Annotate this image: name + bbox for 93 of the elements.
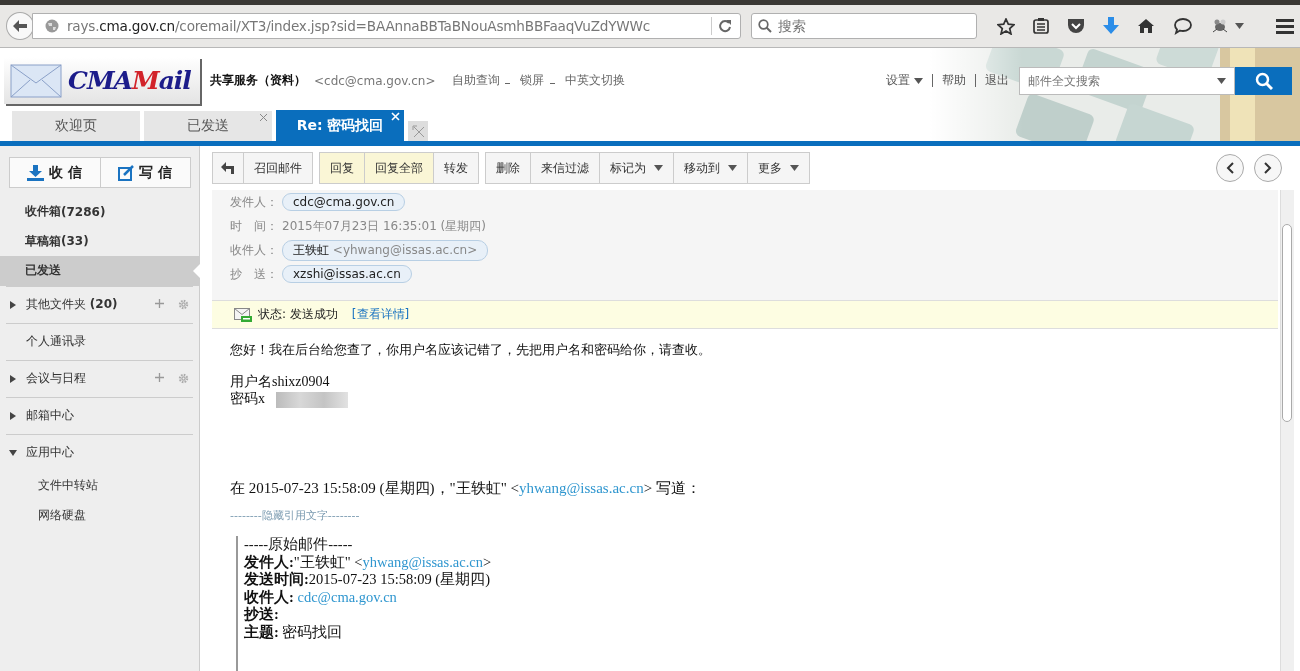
pocket-icon[interactable] — [1067, 18, 1085, 34]
bug-icon[interactable] — [1211, 18, 1229, 34]
quote-intro: 在 2015-07-23 15:58:09 (星期四)，"王轶虹" <yhwang@issas.ac.cn> 写道： — [230, 479, 702, 498]
section-label[interactable]: 邮箱中心 — [26, 407, 74, 424]
mail-sent-icon — [234, 307, 252, 322]
toolbar-button[interactable]: 召回邮件 — [243, 153, 312, 183]
app-item[interactable]: 网络硬盘 — [38, 507, 86, 524]
toolbar-button[interactable]: 回复全部 — [364, 153, 433, 183]
header-link[interactable]: 自助查询 — [451, 73, 500, 87]
reply-arrow-icon — [221, 162, 235, 174]
address-chip[interactable]: xzshi@issas.ac.cn — [282, 265, 412, 283]
search-icon — [1254, 71, 1273, 90]
caret-icon — [654, 165, 663, 171]
download-icon — [27, 164, 45, 181]
app-item[interactable]: 文件中转站 — [38, 477, 98, 494]
account-email: <cdc@cma.gov.cn> — [314, 73, 436, 88]
header-menu-link[interactable]: 设置 — [886, 72, 923, 89]
field-label: 发件人： — [230, 193, 278, 211]
quote-line: 发件人:"王轶虹" <yhwang@issas.ac.cn> — [244, 553, 493, 571]
close-icon[interactable] — [259, 113, 268, 122]
menu-icon[interactable] — [1276, 18, 1294, 34]
quote-line: 收件人: cdc@cma.gov.cn — [244, 588, 398, 606]
quote-line: 抄送: — [244, 606, 280, 624]
previous-button[interactable] — [1216, 154, 1244, 182]
toolbar-button[interactable]: 删除 — [486, 153, 530, 183]
mail-search-field[interactable]: 邮件全文搜索 — [1019, 66, 1235, 95]
envelope-icon — [10, 63, 62, 98]
quote-line: 发送时间:2015-07-23 15:58:09 (星期四) — [244, 571, 491, 589]
caret-icon — [914, 77, 923, 84]
scrollbar[interactable] — [1280, 190, 1294, 671]
section-label[interactable]: 应用中心 — [26, 444, 74, 461]
message-text: 密码x — [230, 390, 265, 407]
home-icon[interactable] — [1137, 18, 1155, 34]
address-bar[interactable]: rays.cma.gov.cn/coremail/XT3/index.jsp?sid=BAAnnaBBTaBNouAsmhBBFaaqVuZdYWWc — [31, 13, 741, 39]
quote-line: 主题: 密码找回 — [244, 623, 344, 641]
url-text: rays.cma.gov.cn/coremail/XT3/index.jsp?sid=BAAnnaBBTaBNouAsmhBBFaaqVuZdYWWc — [66, 18, 652, 34]
chevron-left-icon — [1226, 162, 1234, 174]
search-icon — [758, 19, 772, 33]
chat-icon[interactable] — [1173, 17, 1193, 35]
field-label: 收件人： — [230, 241, 278, 259]
toolbar-button[interactable]: 更多 — [747, 153, 809, 183]
field-label: 时 间： — [230, 217, 278, 235]
message-text: 您好！我在后台给您查了，你用户名应该记错了，先把用户名和密码给你，请查收。 — [230, 341, 712, 359]
collapsed-arrow-icon[interactable] — [9, 411, 17, 420]
reload-icon[interactable] — [718, 19, 732, 33]
field-value: 2015年07月23日 16:35:01 (星期四) — [282, 217, 486, 235]
toolbar-button[interactable]: 来信过滤 — [530, 153, 599, 183]
header-link[interactable]: 锁屏 — [520, 73, 545, 87]
tab[interactable]: 欢迎页 — [12, 111, 140, 141]
logo-text: CMAMail — [68, 66, 191, 95]
status-text: 状态: 发送成功 — [258, 306, 338, 323]
chevron-right-icon — [1264, 162, 1272, 174]
header-menu-link[interactable]: 帮助 — [942, 72, 966, 89]
edit-icon — [118, 164, 135, 181]
details-link[interactable]: [查看详情] — [351, 306, 410, 323]
section-label[interactable]: 个人通讯录 — [26, 333, 86, 350]
account-name: 共享服务（资料） — [210, 72, 306, 89]
toolbar-button[interactable]: 标记为 — [599, 153, 673, 183]
address-chip[interactable]: 王轶虹 <yhwang@issas.ac.cn> — [282, 239, 489, 261]
back-arrow-icon — [12, 20, 27, 32]
message-text: 用户名shixz0904 — [230, 373, 330, 390]
address-chip[interactable]: cdc@cma.gov.cn — [282, 193, 406, 211]
header-link[interactable]: 中英文切换 — [565, 73, 626, 87]
star-icon[interactable] — [997, 17, 1015, 35]
caret-icon — [1217, 77, 1226, 84]
globe-icon — [44, 19, 59, 33]
reading-list-icon[interactable] — [1033, 18, 1049, 34]
caret-icon — [728, 165, 737, 171]
field-label: 抄 送： — [230, 265, 278, 283]
download-icon[interactable] — [1103, 17, 1119, 35]
tab[interactable]: 已发送 — [144, 111, 272, 141]
folder-item[interactable]: 已发送 — [0, 256, 199, 286]
toolbar-button[interactable]: 转发 — [433, 153, 478, 183]
collapsed-arrow-icon[interactable] — [9, 300, 17, 309]
redaction-mark — [276, 392, 348, 408]
section-label[interactable]: 会议与日程 — [26, 370, 86, 387]
search-button[interactable] — [1235, 66, 1292, 95]
tab[interactable]: Re: 密码找回 — [276, 110, 404, 141]
folder-item[interactable]: 收件箱(7286) — [0, 197, 199, 227]
folder-item[interactable]: 草稿箱(33) — [0, 226, 199, 256]
back-button[interactable] — [6, 12, 34, 40]
header-menu-link[interactable]: 退出 — [985, 72, 1009, 89]
caret-icon — [790, 165, 799, 171]
dropdown-caret-icon — [1235, 23, 1244, 29]
quote-title: -----原始邮件----- — [244, 536, 354, 554]
toolbar-button[interactable]: 移动到 — [673, 153, 747, 183]
back-reply-button[interactable] — [213, 153, 243, 183]
toolbar-button[interactable]: 回复 — [320, 153, 364, 183]
expanded-arrow-icon[interactable] — [9, 448, 17, 457]
next-button[interactable] — [1254, 154, 1282, 182]
search-field[interactable]: 搜索 — [751, 13, 977, 39]
section-label[interactable]: 其他文件夹 (20) — [26, 296, 118, 313]
collapsed-arrow-icon[interactable] — [9, 374, 17, 383]
